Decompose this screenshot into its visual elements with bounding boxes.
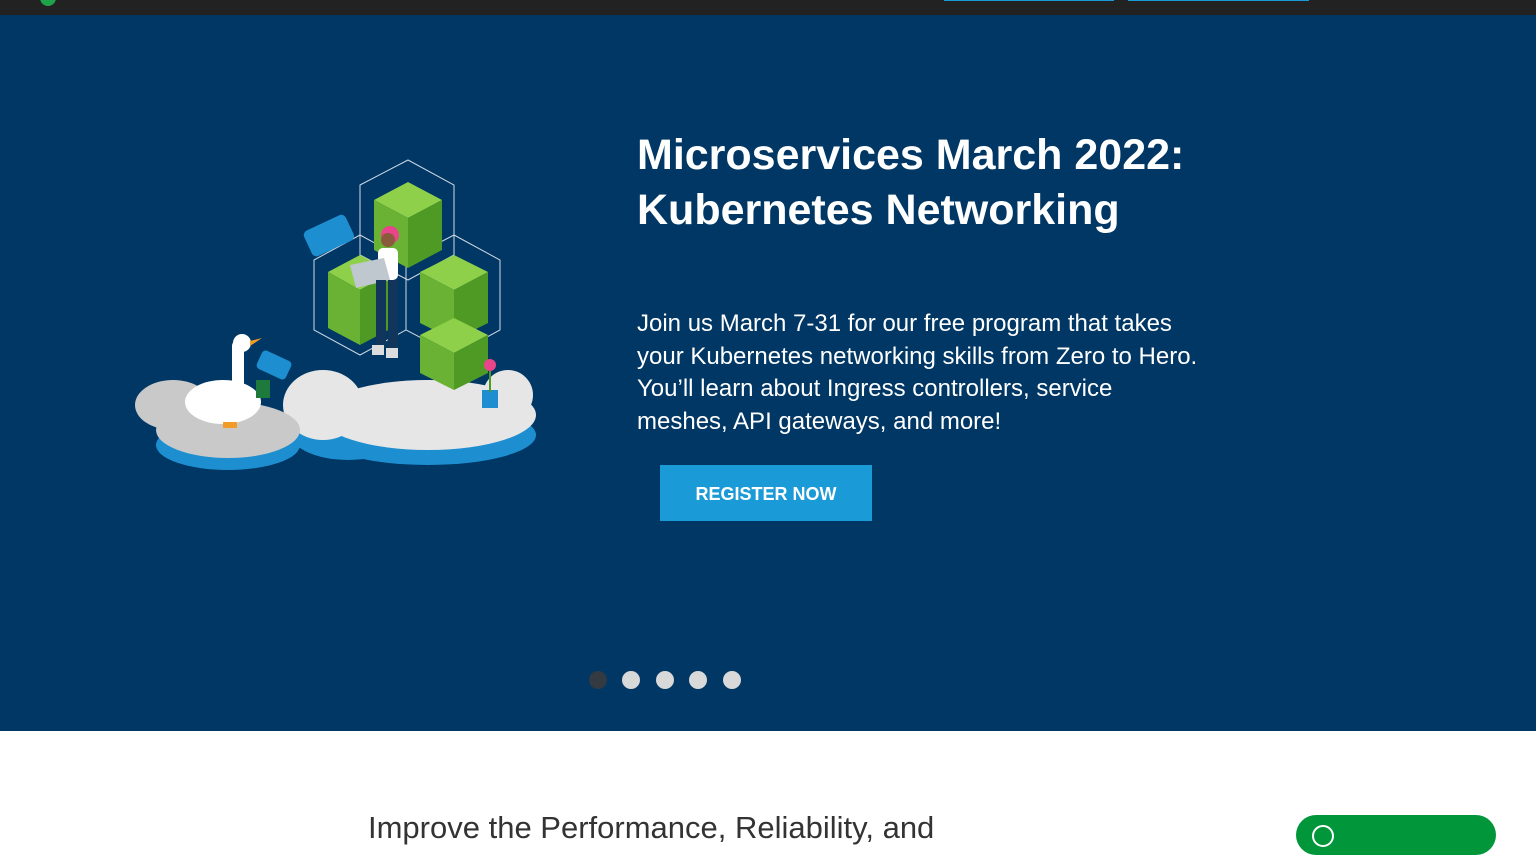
hero-title-line: Microservices March 2022: [637, 131, 1185, 179]
hero-title-line: Kubernetes Networking [637, 186, 1120, 234]
nav-button-primary[interactable] [944, 0, 1114, 1]
brand-logo-icon[interactable] [40, 0, 56, 6]
chat-icon [1312, 825, 1334, 847]
nav-button-secondary[interactable] [1128, 0, 1309, 1]
top-navigation-bar [0, 0, 1536, 15]
carousel-dot-3[interactable] [656, 671, 674, 689]
hero-description: Join us March 7-31 for our free program … [637, 308, 1237, 438]
chat-widget-button[interactable] [1296, 815, 1496, 855]
kubernetes-networking-illustration-icon [135, 159, 536, 470]
hero-carousel: Microservices March 2022: Kubernetes Net… [0, 15, 1536, 731]
hero-description-line: your Kubernetes networking skills from Z… [637, 342, 1198, 370]
hero-description-line: You’ll learn about Ingress controllers, … [637, 375, 1113, 402]
register-now-button[interactable]: REGISTER NOW [660, 465, 872, 521]
carousel-dot-1[interactable] [589, 671, 607, 689]
section-heading: Improve the Performance, Reliability, an… [368, 810, 935, 845]
hero-description-line: meshes, API gateways, and more! [637, 407, 1002, 435]
carousel-dot-4[interactable] [689, 671, 707, 689]
hero-description-line: Join us March 7-31 for our free program … [637, 310, 1172, 337]
carousel-dot-5[interactable] [723, 671, 741, 689]
carousel-dot-2[interactable] [622, 671, 640, 689]
hero-title: Microservices March 2022: Kubernetes Net… [637, 128, 1277, 238]
